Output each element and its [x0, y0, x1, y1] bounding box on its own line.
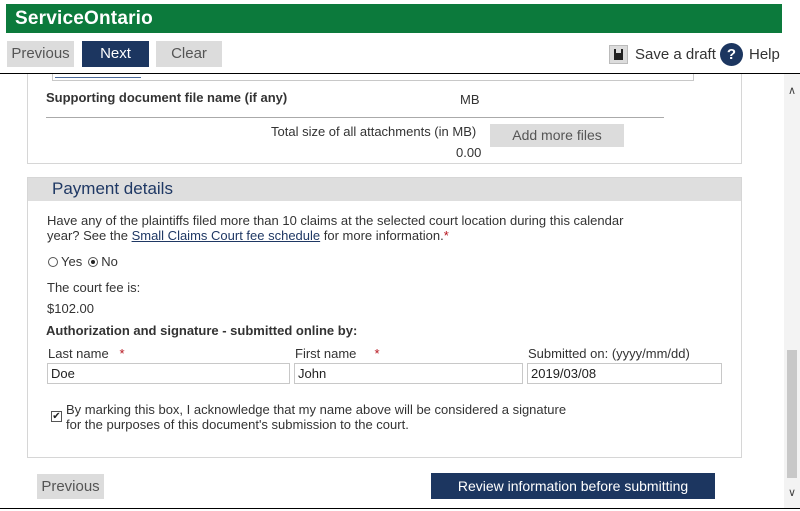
- radio-no[interactable]: [88, 256, 99, 267]
- payment-title: Payment details: [52, 179, 173, 198]
- question-line1: Have any of the plaintiffs filed more th…: [47, 213, 624, 228]
- brand-logo: ServiceOntario: [15, 8, 153, 29]
- last-name-label: Last name *: [48, 346, 125, 361]
- attachments-panel: [27, 74, 742, 164]
- radio-yes-label[interactable]: Yes: [61, 254, 82, 269]
- help-label: Help: [749, 45, 780, 63]
- supporting-doc-label: Supporting document file name (if any): [46, 90, 288, 105]
- previous-button-bottom[interactable]: Previous: [37, 474, 104, 499]
- total-size-label: Total size of all attachments (in MB): [271, 124, 477, 139]
- save-draft-label: Save a draft: [635, 45, 716, 63]
- header-bar: ServiceOntario: [6, 4, 782, 33]
- add-more-files-button[interactable]: Add more files: [490, 124, 624, 147]
- question-suffix: for more information.: [320, 228, 444, 243]
- question-prefix: year? See the: [47, 228, 132, 243]
- total-size-value: 0.00: [456, 145, 482, 160]
- court-fee-label: The court fee is:: [47, 280, 141, 295]
- checkmark-icon: ✔: [52, 411, 61, 422]
- chevron-down-icon[interactable]: ∨: [784, 486, 800, 499]
- first-name-label: First name *: [295, 346, 380, 361]
- required-marker: *: [443, 228, 449, 243]
- acknowledge-checkbox[interactable]: ✔: [51, 411, 62, 422]
- upload-list-stub: [52, 74, 694, 81]
- submitted-on-label: Submitted on: (yyyy/mm/dd): [528, 346, 690, 361]
- submitted-on-field[interactable]: 2019/03/08: [527, 363, 722, 384]
- last-name-field[interactable]: Doe: [47, 363, 290, 384]
- radio-no-label[interactable]: No: [101, 254, 118, 269]
- bottom-divider: [0, 508, 800, 509]
- court-fee-value: $102.00: [47, 301, 94, 316]
- next-button[interactable]: Next: [82, 41, 149, 67]
- claims-question: Have any of the plaintiffs filed more th…: [47, 213, 707, 243]
- review-button[interactable]: Review information before submitting: [431, 473, 715, 499]
- attachments-divider: [46, 117, 664, 118]
- claims-radio-group: Yes No: [48, 254, 124, 269]
- mb-column-label: MB: [460, 92, 480, 107]
- first-name-field[interactable]: John: [294, 363, 523, 384]
- radio-yes[interactable]: [48, 256, 58, 267]
- clear-button[interactable]: Clear: [156, 41, 222, 67]
- authorization-title: Authorization and signature - submitted …: [46, 323, 358, 338]
- help-icon: ?: [720, 42, 743, 66]
- save-draft-link[interactable]: Save a draft: [609, 42, 716, 66]
- floppy-disk-icon: [609, 44, 628, 64]
- scrollbar-thumb[interactable]: [787, 350, 797, 478]
- chevron-up-icon[interactable]: ∧: [784, 84, 800, 97]
- fee-schedule-link[interactable]: Small Claims Court fee schedule: [132, 228, 321, 243]
- help-link[interactable]: ? Help: [720, 42, 780, 66]
- acknowledge-text: By marking this box, I acknowledge that …: [66, 402, 567, 432]
- previous-button[interactable]: Previous: [7, 41, 74, 67]
